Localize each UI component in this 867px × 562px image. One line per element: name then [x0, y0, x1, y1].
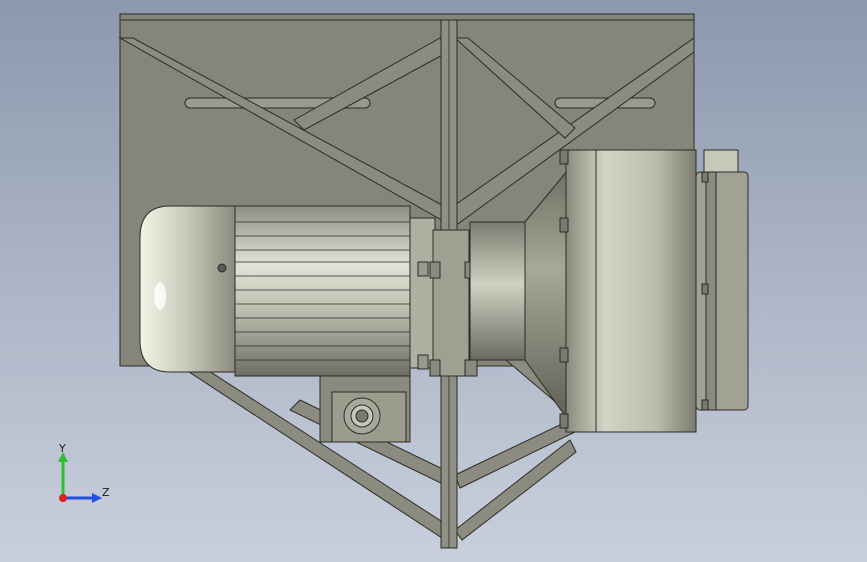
axis-triad[interactable]: Y Z — [50, 440, 120, 510]
motor — [139, 205, 478, 377]
fan-housing — [559, 149, 749, 433]
cad-viewport[interactable]: Y Z — [0, 0, 867, 562]
model-view[interactable] — [0, 0, 867, 562]
triad-y-label: Y — [59, 442, 66, 455]
triad-z-label: Z — [102, 486, 110, 499]
terminal-box — [319, 375, 411, 443]
